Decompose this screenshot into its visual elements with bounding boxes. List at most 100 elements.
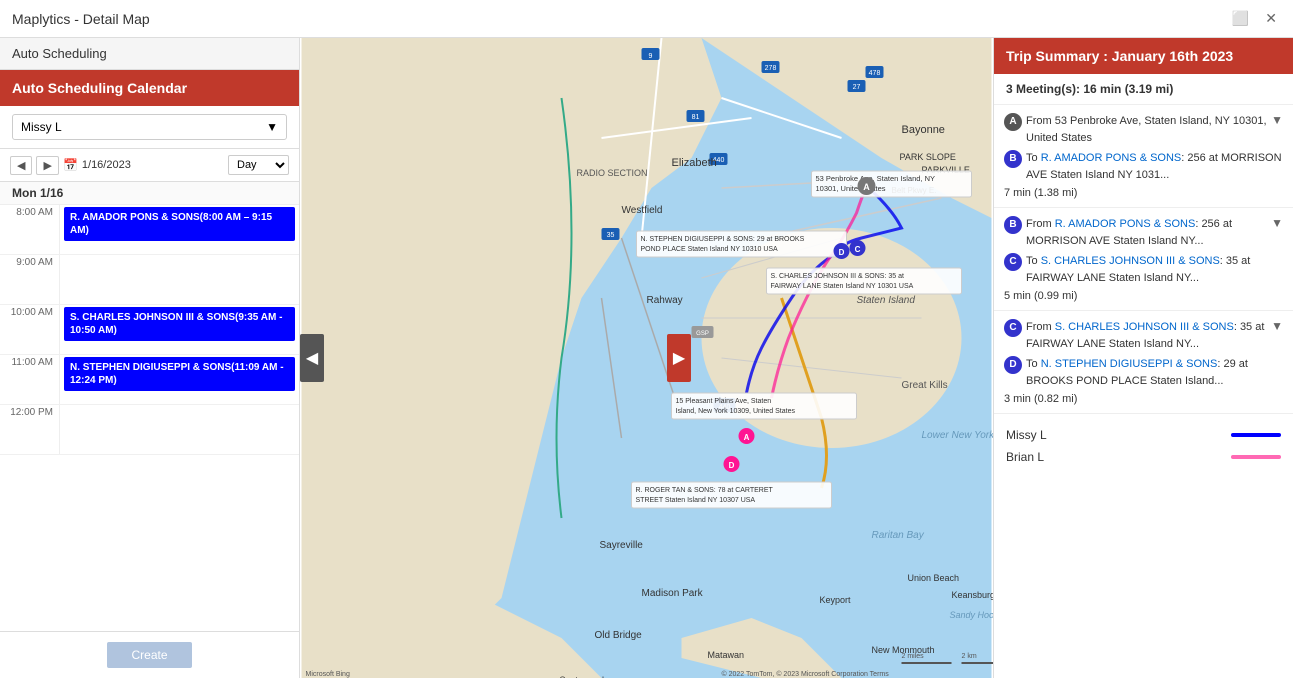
create-button[interactable]: Create <box>107 642 191 668</box>
segment-cd-expand[interactable]: ▼ <box>1271 319 1283 333</box>
svg-text:STREET Staten Island NY 10307: STREET Staten Island NY 10307 USA <box>636 497 756 504</box>
svg-text:Old Bridge: Old Bridge <box>595 630 643 641</box>
svg-text:Matawan: Matawan <box>708 650 745 660</box>
svg-text:Lower New York Bay: Lower New York Bay <box>922 430 994 441</box>
title-bar: Maplytics - Detail Map ⬜ ✕ <box>0 0 1293 38</box>
map-svg: 9 81 278 478 440 440 GSP 35 27 Elizabeth… <box>300 38 993 678</box>
calendar-header-title: Auto Scheduling Calendar <box>12 80 187 96</box>
svg-text:Sandy Hook Bay: Sandy Hook Bay <box>950 610 994 620</box>
svg-text:Union Beach: Union Beach <box>908 573 960 583</box>
create-btn-container: Create <box>0 631 299 678</box>
event-amador-pons[interactable]: R. AMADOR PONS & SONS(8:00 AM – 9:15 AM) <box>64 207 295 241</box>
marker-d: D <box>1004 356 1022 374</box>
svg-text:Bayonne: Bayonne <box>902 124 945 136</box>
legend-missy-label: Missy L <box>1006 428 1047 442</box>
segment-bc-to-text: To S. CHARLES JOHNSON III & SONS: 35 at … <box>1026 253 1283 286</box>
marker-b2: B <box>1004 216 1022 234</box>
svg-text:S. CHARLES JOHNSON III & SONS:: S. CHARLES JOHNSON III & SONS: 35 at <box>771 273 904 280</box>
segment-cd-from: C From S. CHARLES JOHNSON III & SONS: 35… <box>1004 319 1271 352</box>
svg-text:A: A <box>863 182 870 192</box>
segment-ab-from: A From 53 Penbroke Ave, Staten Island, N… <box>1004 113 1271 146</box>
calendar-header: Auto Scheduling Calendar <box>0 70 299 106</box>
legend-brian-label: Brian L <box>1006 450 1044 464</box>
view-mode-select[interactable]: Day Week Month <box>228 155 289 175</box>
svg-text:Keansburg: Keansburg <box>952 590 994 600</box>
segment-cd-duration: 3 min (0.82 mi) <box>1004 393 1283 405</box>
legend-missy-line <box>1231 433 1281 437</box>
time-label-800: 8:00 AM <box>0 205 60 254</box>
main-layout: Auto Scheduling Auto Scheduling Calendar… <box>0 38 1293 678</box>
map-nav-left-button[interactable]: ◀ <box>300 334 324 382</box>
time-slot-1200: 12:00 PM <box>0 405 299 455</box>
trip-segment-ab: ▼ A From 53 Penbroke Ave, Staten Island,… <box>994 105 1293 208</box>
title-bar-controls: ⬜ ✕ <box>1228 8 1281 29</box>
segment-cd-from-text: From S. CHARLES JOHNSON III & SONS: 35 a… <box>1026 319 1271 352</box>
segment-bc-from-text: From R. AMADOR PONS & SONS: 256 at MORRI… <box>1026 216 1271 249</box>
date-nav: ◀ ▶ 📅 1/16/2023 Day Week Month <box>0 149 299 182</box>
svg-text:53 Penbroke Ave, Staten Island: 53 Penbroke Ave, Staten Island, NY <box>816 174 936 183</box>
svg-text:27: 27 <box>853 84 861 91</box>
map-area[interactable]: ◀ ▶ <box>300 38 993 678</box>
svg-text:Madison Park: Madison Park <box>642 588 704 599</box>
svg-text:Raritan Bay: Raritan Bay <box>872 530 925 541</box>
time-label-1100: 11:00 AM <box>0 355 60 404</box>
event-digiuseppi-sons[interactable]: N. STEPHEN DIGIUSEPPI & SONS(11:09 AM - … <box>64 357 295 391</box>
trip-segment-bc: ▼ B From R. AMADOR PONS & SONS: 256 at M… <box>994 208 1293 311</box>
auto-scheduling-label: Auto Scheduling <box>12 46 107 61</box>
svg-text:Microsoft Bing: Microsoft Bing <box>306 671 350 678</box>
legend-item-missy: Missy L <box>1006 428 1281 442</box>
event-johnson-sons[interactable]: S. CHARLES JOHNSON III & SONS(9:35 AM - … <box>64 307 295 341</box>
svg-text:POND PLACE Staten Island NY 10: POND PLACE Staten Island NY 10310 USA <box>641 246 779 253</box>
date-display: 📅 1/16/2023 <box>63 158 224 172</box>
segment-bc-to-link[interactable]: S. CHARLES JOHNSON III & SONS <box>1041 255 1220 267</box>
calendar-icon: 📅 <box>63 158 78 172</box>
chevron-down-icon: ▼ <box>266 120 278 134</box>
user-dropdown-value: Missy L <box>21 120 62 134</box>
day-label: Mon 1/16 <box>0 182 299 205</box>
prev-date-button[interactable]: ◀ <box>10 156 32 175</box>
svg-text:D: D <box>839 248 845 257</box>
segment-bc-expand[interactable]: ▼ <box>1271 216 1283 230</box>
next-date-button[interactable]: ▶ <box>36 156 58 175</box>
svg-text:81: 81 <box>692 114 700 121</box>
time-content-900 <box>60 255 299 304</box>
svg-text:Staten Island: Staten Island <box>857 295 916 306</box>
meetings-info: 3 Meeting(s): 16 min (3.19 mi) <box>994 74 1293 105</box>
marker-c2: C <box>1004 319 1022 337</box>
svg-text:15 Pleasant Plains Ave, Staten: 15 Pleasant Plains Ave, Staten <box>676 398 772 405</box>
segment-bc-from: B From R. AMADOR PONS & SONS: 256 at MOR… <box>1004 216 1271 249</box>
segment-cd-to: D To N. STEPHEN DIGIUSEPPI & SONS: 29 at… <box>1004 356 1283 389</box>
map-nav-right-button[interactable]: ▶ <box>667 334 691 382</box>
time-content-1100: N. STEPHEN DIGIUSEPPI & SONS(11:09 AM - … <box>60 355 299 404</box>
segment-ab-expand[interactable]: ▼ <box>1271 113 1283 127</box>
svg-text:2 miles: 2 miles <box>902 653 925 660</box>
segment-ab-duration: 7 min (1.38 mi) <box>1004 187 1283 199</box>
svg-text:A: A <box>744 433 750 442</box>
svg-text:Keyport: Keyport <box>820 595 852 605</box>
svg-text:2 km: 2 km <box>962 653 977 660</box>
segment-ab-to-text: To R. AMADOR PONS & SONS: 256 at MORRISO… <box>1026 150 1283 183</box>
svg-text:9: 9 <box>649 53 653 60</box>
user-dropdown[interactable]: Missy L ▼ <box>12 114 287 140</box>
segment-cd-from-link[interactable]: S. CHARLES JOHNSON III & SONS <box>1055 321 1234 333</box>
trip-summary-header: Trip Summary : January 16th 2023 <box>994 38 1293 74</box>
segment-bc-to: C To S. CHARLES JOHNSON III & SONS: 35 a… <box>1004 253 1283 286</box>
time-slot-1100: 11:00 AM N. STEPHEN DIGIUSEPPI & SONS(11… <box>0 355 299 405</box>
legend-item-brian: Brian L <box>1006 450 1281 464</box>
date-value: 1/16/2023 <box>82 159 131 171</box>
segment-ab-to: B To R. AMADOR PONS & SONS: 256 at MORRI… <box>1004 150 1283 183</box>
segment-bc-duration: 5 min (0.99 mi) <box>1004 290 1283 302</box>
close-button[interactable]: ✕ <box>1261 8 1281 29</box>
expand-button[interactable]: ⬜ <box>1228 8 1253 29</box>
time-slot-900: 9:00 AM <box>0 255 299 305</box>
time-content-1200 <box>60 405 299 454</box>
marker-b: B <box>1004 150 1022 168</box>
segment-ab-to-link[interactable]: R. AMADOR PONS & SONS <box>1041 152 1182 164</box>
svg-text:Sayreville: Sayreville <box>600 540 644 551</box>
svg-text:RADIO SECTION: RADIO SECTION <box>577 168 648 178</box>
user-selector: Missy L ▼ <box>0 106 299 149</box>
segment-bc-from-link[interactable]: R. AMADOR PONS & SONS <box>1055 218 1196 230</box>
segment-cd-to-link[interactable]: N. STEPHEN DIGIUSEPPI & SONS <box>1041 358 1218 370</box>
svg-text:Westfield: Westfield <box>622 205 663 216</box>
marker-c: C <box>1004 253 1022 271</box>
